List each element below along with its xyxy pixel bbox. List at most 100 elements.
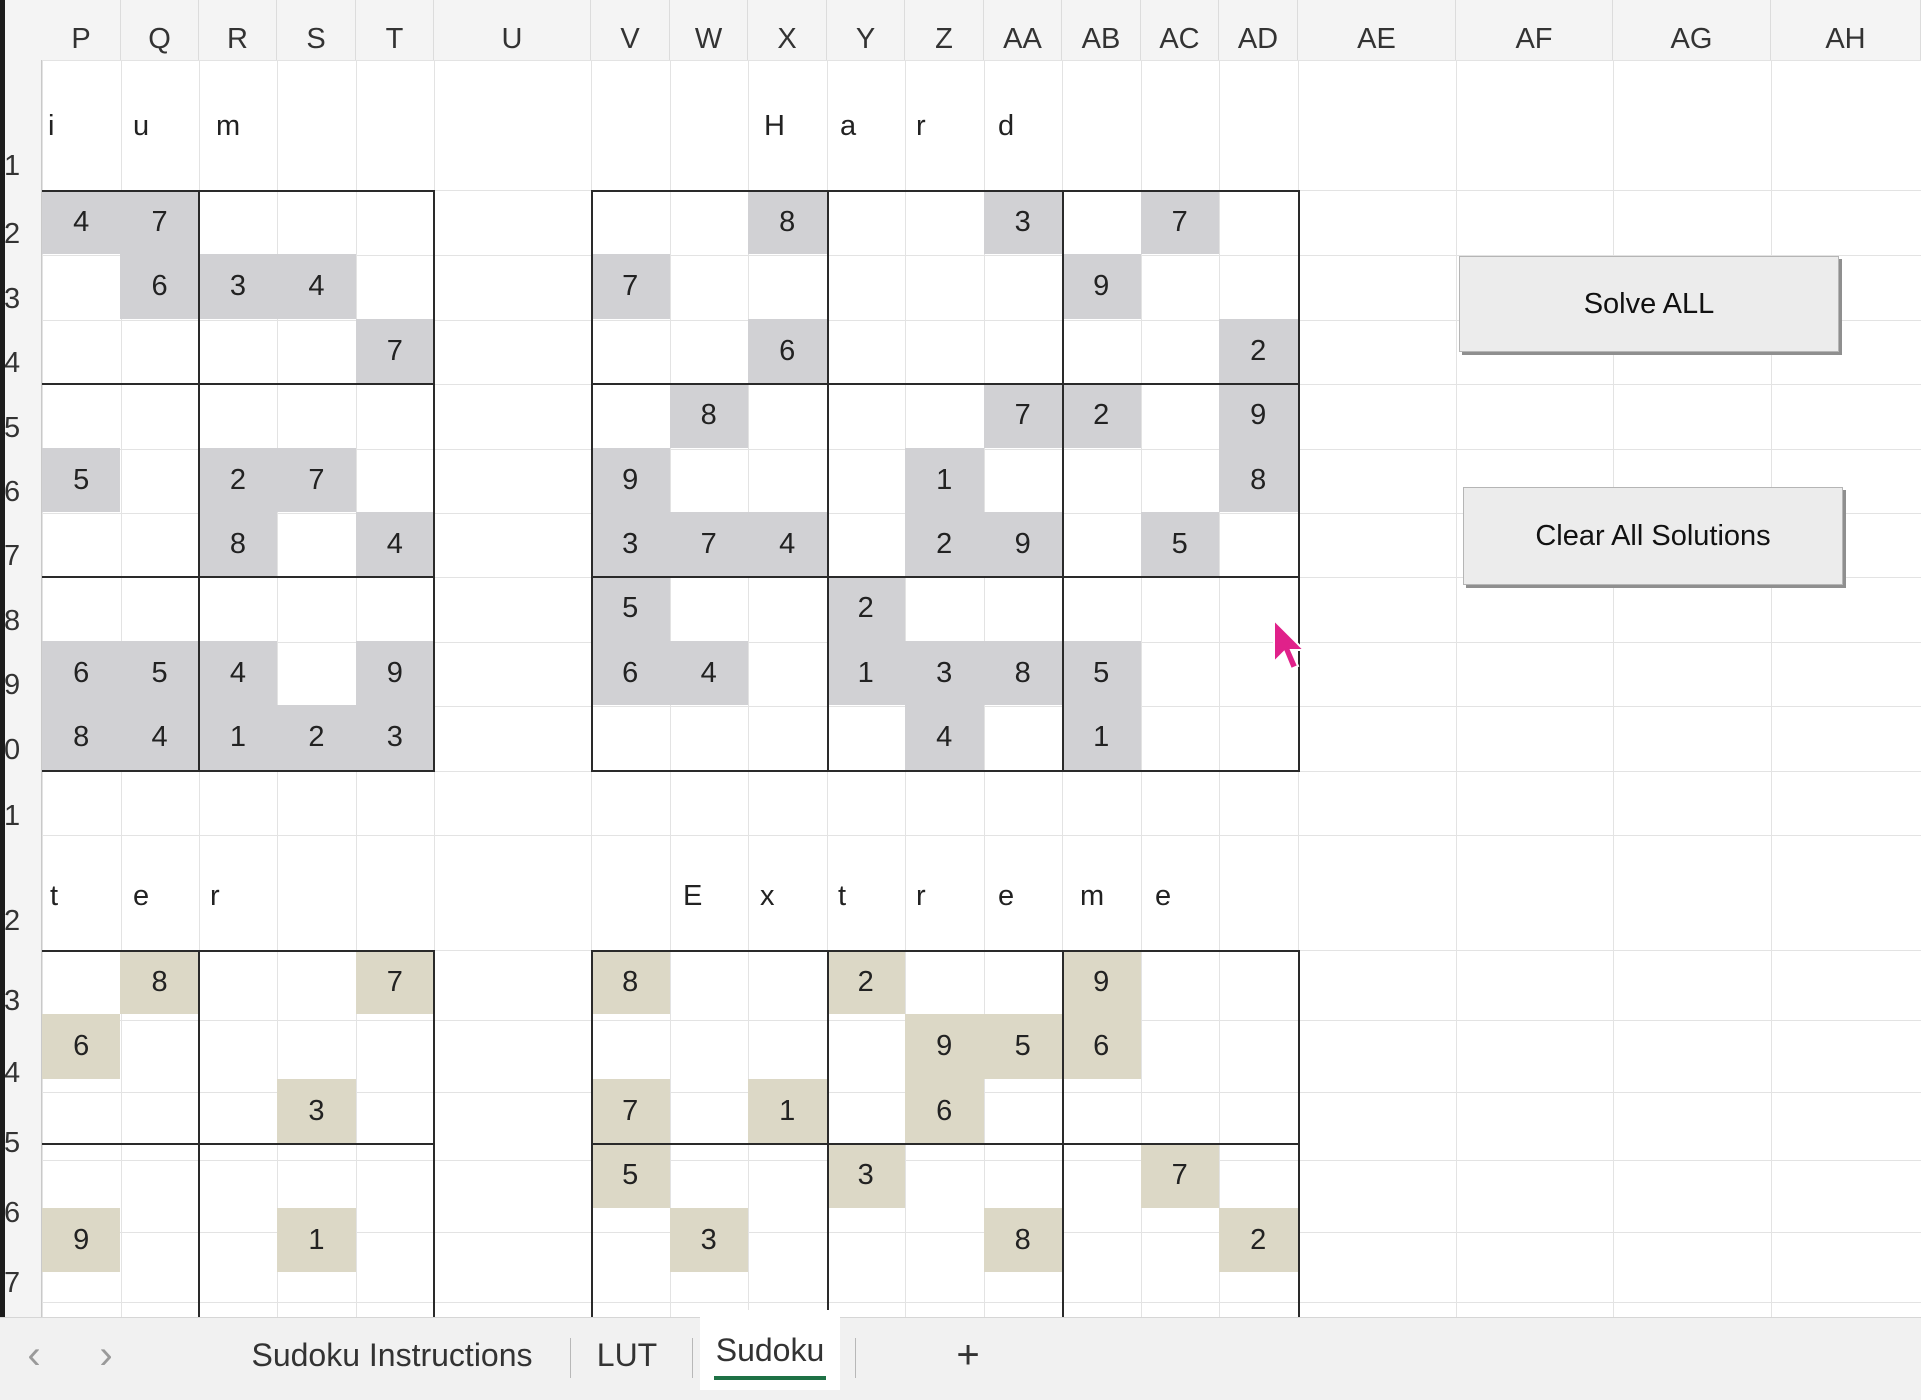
sudoku-cell[interactable]: 7 <box>983 383 1062 448</box>
sudoku-cell[interactable] <box>984 576 1063 640</box>
sudoku-cell[interactable] <box>591 1014 670 1078</box>
sudoku-cell[interactable] <box>356 1208 434 1272</box>
sudoku-cell[interactable] <box>748 448 827 512</box>
sudoku-cell[interactable] <box>277 512 355 576</box>
scroll-tabs-right-icon[interactable]: › <box>86 1318 126 1390</box>
sudoku-cell[interactable] <box>905 254 984 318</box>
sudoku-cell[interactable] <box>670 319 749 383</box>
sudoku-cell[interactable] <box>748 1208 827 1272</box>
sudoku-cell[interactable]: 1 <box>198 705 278 770</box>
sudoku-cell[interactable] <box>827 705 906 769</box>
sudoku-cell[interactable] <box>277 576 355 640</box>
sudoku-cell[interactable] <box>356 448 434 512</box>
column-header-r[interactable]: R <box>199 0 277 60</box>
sudoku-cell[interactable] <box>356 1079 434 1143</box>
sudoku-cell[interactable] <box>277 641 355 705</box>
sudoku-cell[interactable]: 1 <box>905 447 984 512</box>
sudoku-cell[interactable]: 7 <box>1140 190 1219 255</box>
row-header[interactable]: 6 <box>4 1197 45 1230</box>
sudoku-cell[interactable] <box>356 1143 434 1207</box>
tab-lut[interactable]: LUT <box>590 1318 664 1390</box>
sudoku-cell[interactable]: 3 <box>355 705 434 770</box>
sudoku-cell[interactable]: 4 <box>198 640 278 706</box>
column-header-p[interactable]: P <box>42 0 121 60</box>
sudoku-cell[interactable]: 3 <box>591 512 670 577</box>
sudoku-cell[interactable]: 7 <box>120 190 199 255</box>
sudoku-cell[interactable] <box>1141 254 1220 318</box>
add-sheet-button[interactable]: + <box>944 1318 992 1390</box>
row-header[interactable]: 1 <box>4 800 45 833</box>
scroll-tabs-left-icon[interactable]: ‹ <box>14 1318 54 1390</box>
sudoku-cell[interactable]: 9 <box>355 640 434 706</box>
sudoku-cell[interactable] <box>42 1079 120 1143</box>
sudoku-cell[interactable]: 7 <box>277 447 356 512</box>
sudoku-cell[interactable]: 9 <box>1062 254 1141 319</box>
sudoku-cell[interactable] <box>1141 950 1220 1014</box>
sudoku-cell[interactable] <box>827 448 906 512</box>
sudoku-cell[interactable] <box>905 190 984 254</box>
sudoku-cell[interactable] <box>984 1079 1063 1143</box>
sudoku-cell[interactable] <box>120 1208 198 1272</box>
sudoku-cell[interactable] <box>984 448 1063 512</box>
sudoku-cell[interactable]: 6 <box>591 640 670 706</box>
sudoku-cell[interactable] <box>905 950 984 1014</box>
sudoku-cell[interactable] <box>827 254 906 318</box>
sudoku-cell[interactable] <box>277 319 355 383</box>
row-header[interactable]: 0 <box>4 734 45 767</box>
sudoku-cell[interactable]: 5 <box>591 1143 670 1208</box>
row-header[interactable]: 2 <box>4 905 45 938</box>
sudoku-cell[interactable]: 9 <box>1219 383 1298 448</box>
sudoku-cell[interactable] <box>670 190 749 254</box>
sudoku-cell[interactable] <box>120 448 198 512</box>
sudoku-cell[interactable]: 5 <box>1062 640 1141 706</box>
sudoku-cell[interactable]: 4 <box>277 254 356 319</box>
sudoku-cell[interactable] <box>42 383 120 447</box>
sudoku-cell[interactable]: 2 <box>277 705 356 770</box>
sudoku-cell[interactable]: 3 <box>198 254 278 319</box>
column-header-ac[interactable]: AC <box>1141 0 1219 60</box>
sudoku-cell[interactable] <box>984 705 1063 769</box>
sudoku-cell[interactable] <box>591 190 670 254</box>
sudoku-cell[interactable]: 2 <box>198 447 278 512</box>
sudoku-cell[interactable] <box>748 576 827 640</box>
column-header-ag[interactable]: AG <box>1613 0 1771 60</box>
sudoku-cell[interactable] <box>42 319 120 383</box>
sudoku-cell[interactable] <box>1219 1143 1298 1207</box>
sudoku-cell[interactable]: 2 <box>905 512 984 577</box>
sudoku-cell[interactable] <box>120 383 198 447</box>
sudoku-cell[interactable]: 7 <box>591 254 670 319</box>
sudoku-cell[interactable] <box>199 383 277 447</box>
sudoku-cell[interactable] <box>1062 576 1141 640</box>
sudoku-cell[interactable]: 9 <box>905 1014 984 1079</box>
column-header-q[interactable]: Q <box>121 0 199 60</box>
sudoku-cell[interactable] <box>670 1079 749 1143</box>
column-header-x[interactable]: X <box>748 0 827 60</box>
sudoku-cell[interactable]: 6 <box>905 1078 984 1144</box>
sudoku-cell[interactable] <box>1062 448 1141 512</box>
sudoku-cell[interactable] <box>120 1079 198 1143</box>
sudoku-cell[interactable]: 9 <box>42 1207 121 1272</box>
sudoku-cell[interactable] <box>905 1208 984 1272</box>
sudoku-cell[interactable] <box>199 1143 277 1207</box>
sudoku-cell[interactable]: 5 <box>120 640 199 706</box>
sudoku-cell[interactable]: 4 <box>355 512 434 577</box>
sudoku-cell[interactable] <box>1219 1079 1298 1143</box>
column-header-w[interactable]: W <box>670 0 748 60</box>
sudoku-cell[interactable]: 3 <box>826 1143 905 1208</box>
row-header[interactable]: 7 <box>4 1267 45 1300</box>
sudoku-cell[interactable] <box>1219 1014 1298 1078</box>
sudoku-cell[interactable]: 8 <box>669 383 748 448</box>
sudoku-cell[interactable] <box>591 319 670 383</box>
sudoku-cell[interactable] <box>42 512 120 576</box>
sudoku-cell[interactable] <box>670 576 749 640</box>
sudoku-cell[interactable]: 7 <box>355 950 434 1015</box>
sudoku-cell[interactable] <box>827 512 906 576</box>
sudoku-cell[interactable] <box>277 950 355 1014</box>
tab-sudoku-instructions[interactable]: Sudoku Instructions <box>236 1318 548 1390</box>
sudoku-cell[interactable]: 6 <box>120 254 199 319</box>
sudoku-cell[interactable] <box>1062 1143 1141 1207</box>
sudoku-cell[interactable] <box>591 705 670 769</box>
sudoku-cell[interactable]: 4 <box>905 705 984 770</box>
sudoku-cell[interactable]: 4 <box>748 512 827 577</box>
sudoku-cell[interactable] <box>1062 1208 1141 1272</box>
